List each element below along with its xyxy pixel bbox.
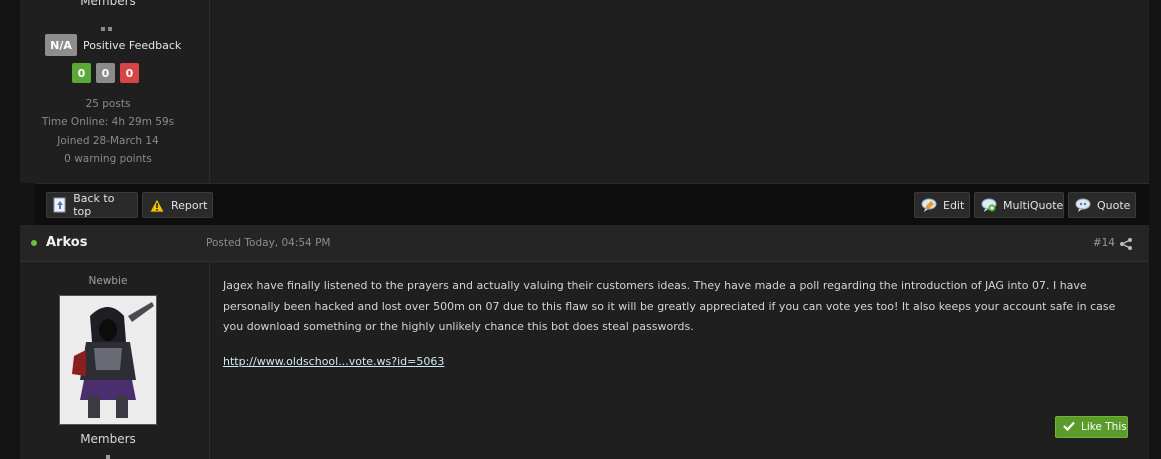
post-count: 25 posts	[85, 98, 131, 110]
edit-label: Edit	[943, 198, 965, 212]
time-online: Time Online: 4h 29m 59s	[41, 116, 175, 129]
feedback-row: N/A Positive Feedback	[45, 34, 181, 56]
member-group: Members	[80, 0, 136, 8]
multiquote-label: MultiQuote	[1003, 198, 1064, 212]
negative-count[interactable]: 0	[120, 63, 139, 83]
feedback-badge: N/A	[45, 34, 77, 56]
page-frame-left	[0, 0, 20, 459]
multiquote-icon	[981, 197, 997, 213]
post-content: Jagex have finally listened to the praye…	[223, 279, 1116, 333]
joined-date: Joined 28-March 14	[57, 134, 159, 147]
author-panel: Newbie Members	[20, 262, 210, 459]
feedback-counts: 0 0 0	[72, 63, 139, 83]
checkmark-icon	[1063, 421, 1075, 434]
post-header: Arkos Posted Today, 04:54 PM #14	[20, 225, 1149, 262]
previous-post-author-panel: Members N/A Positive Feedback 0 0 0 25 p…	[20, 0, 210, 183]
author-name[interactable]: Arkos	[46, 235, 87, 250]
back-to-top-label: Back to top	[73, 192, 115, 218]
edit-bubble-icon	[921, 197, 937, 213]
report-label: Report	[171, 198, 208, 212]
member-group: Members	[80, 432, 136, 446]
vote-link[interactable]: http://www.oldschool...vote.ws?id=5063	[223, 355, 444, 368]
rank-pips	[101, 16, 115, 31]
avatar[interactable]	[59, 295, 157, 425]
online-status-icon	[31, 240, 37, 246]
like-label: Like This	[1081, 421, 1127, 433]
warning-points: 0 warning points	[64, 152, 152, 165]
back-to-top-button[interactable]: Back to top	[46, 192, 138, 218]
neutral-count[interactable]: 0	[96, 63, 115, 83]
share-icon[interactable]	[1119, 236, 1133, 250]
page-frame-right	[1149, 0, 1161, 459]
post-timestamp: Posted Today, 04:54 PM	[206, 237, 331, 249]
post-body: Newbie Members Jagex have finally listen…	[20, 262, 1149, 459]
edit-button[interactable]: Edit	[914, 192, 970, 218]
multiquote-button[interactable]: MultiQuote	[974, 192, 1064, 218]
member-rank: Newbie	[88, 275, 128, 287]
quote-button[interactable]: Quote	[1068, 192, 1136, 218]
previous-post: Members N/A Positive Feedback 0 0 0 25 p…	[20, 0, 1149, 183]
warning-icon	[149, 197, 165, 213]
quote-bubble-icon	[1075, 197, 1091, 213]
page-up-icon	[53, 197, 67, 213]
report-button[interactable]: Report	[142, 192, 213, 218]
rank-pip	[106, 455, 110, 459]
feedback-label: Positive Feedback	[83, 38, 182, 52]
post-action-bar: Back to top Report Edit MultiQuote Quote	[35, 183, 1149, 225]
post-number[interactable]: #14	[1093, 237, 1115, 249]
quote-label: Quote	[1097, 198, 1131, 212]
member-stats: 25 posts Time Online: 4h 29m 59s Joined …	[20, 95, 196, 168]
like-button[interactable]: Like This	[1055, 416, 1128, 438]
positive-count[interactable]: 0	[72, 63, 91, 83]
